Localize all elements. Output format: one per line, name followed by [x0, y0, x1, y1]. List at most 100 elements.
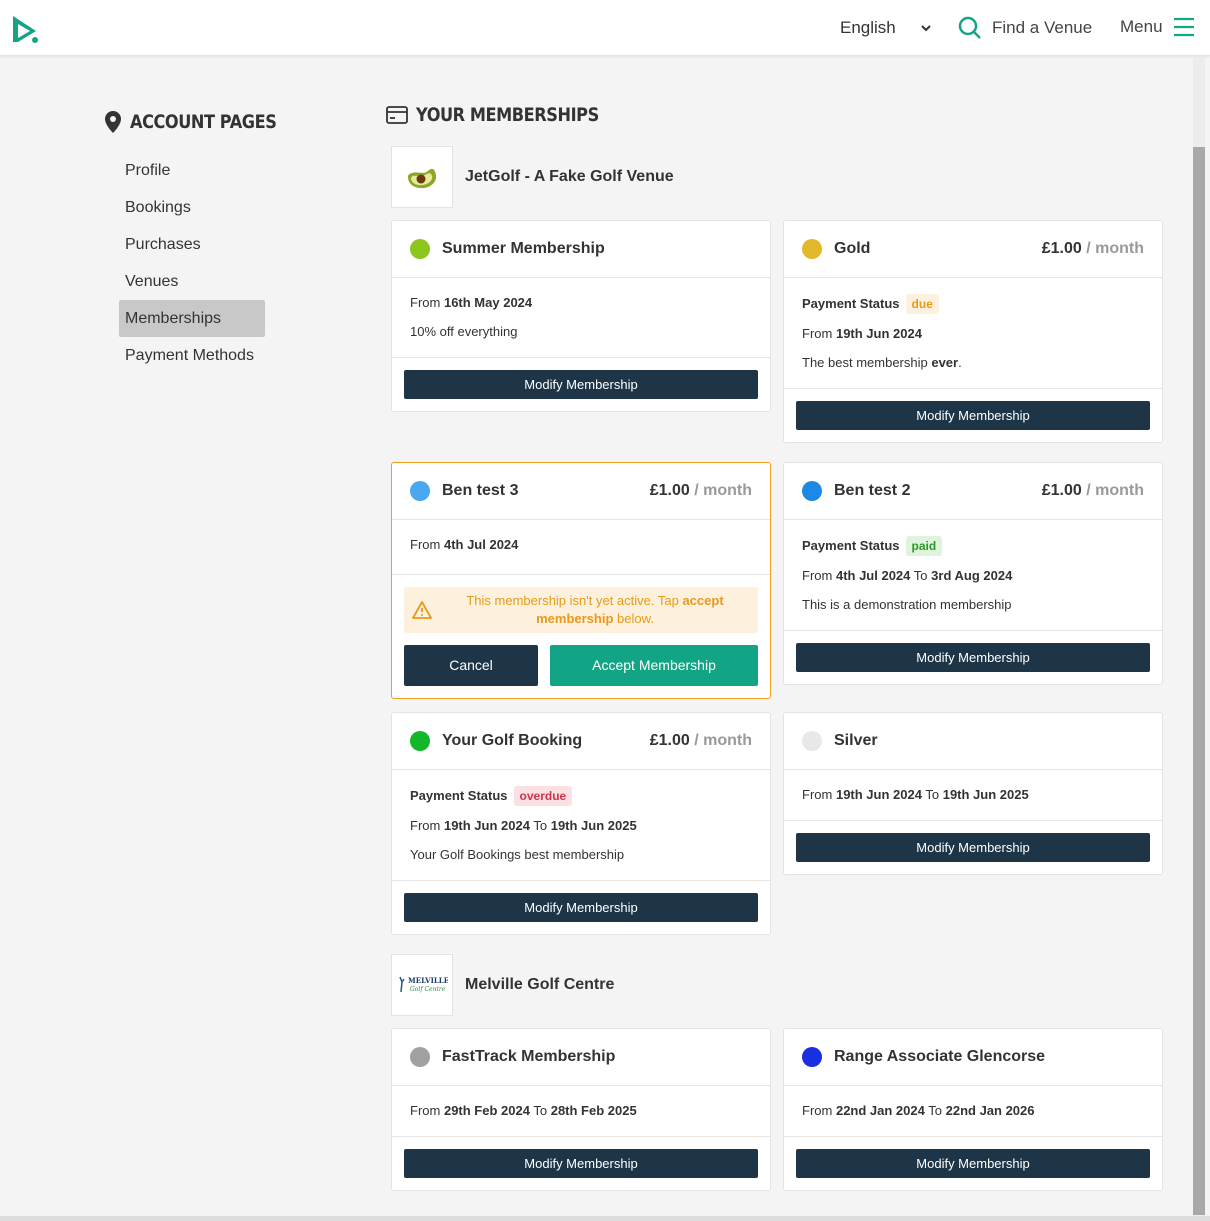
card-header: Silver — [784, 713, 1162, 770]
from-label: From — [802, 1103, 833, 1118]
card-footer: Modify Membership — [784, 631, 1162, 684]
page-title: YOUR MEMBERSHIPS — [386, 104, 631, 126]
membership-card-summer: Summer Membership From 16th May 2024 10%… — [391, 220, 771, 412]
from-date: 4th Jul 2024 — [443, 537, 519, 552]
description: Your Golf Bookings best membership — [410, 847, 625, 862]
modify-membership-button[interactable]: Modify Membership — [404, 893, 758, 922]
language-select[interactable]: English — [840, 18, 896, 38]
date-row: From 19th Jun 2024 To 19th Jun 2025 — [410, 817, 752, 835]
sidebar-title: ACCOUNT PAGES — [104, 110, 302, 134]
sidebar-item-payment-methods[interactable]: Payment Methods — [119, 337, 265, 374]
payment-status-label: Payment Status — [802, 296, 900, 311]
date-row: From 29th Feb 2024 To 28th Feb 2025 — [410, 1102, 752, 1120]
modify-membership-button[interactable]: Modify Membership — [796, 1149, 1150, 1178]
to-date: 28th Feb 2025 — [550, 1103, 637, 1118]
to-date: 3rd Aug 2024 — [931, 568, 1013, 583]
date-row: From 16th May 2024 — [410, 294, 752, 312]
card-header: Range Associate Glencorse — [784, 1029, 1162, 1086]
membership-card-range-associate: Range Associate Glencorse From 22nd Jan … — [783, 1028, 1163, 1191]
sidebar-item-memberships[interactable]: Memberships — [119, 300, 265, 337]
map-pin-icon — [105, 111, 121, 133]
price-amount: £1.00 — [649, 732, 690, 749]
modify-membership-button[interactable]: Modify Membership — [796, 401, 1150, 430]
warning-text-end: below. — [613, 611, 654, 626]
price-period: / month — [1086, 482, 1144, 499]
melville-logo-subtext: Golf Centre — [410, 986, 446, 993]
melville-logo-icon: MELVILLE Golf Centre — [399, 976, 448, 993]
venue-header: JetGolf - A Fake Golf Venue — [391, 146, 674, 208]
to-label: To — [928, 1103, 942, 1118]
accept-membership-button[interactable]: Accept Membership — [550, 645, 758, 686]
card-footer: Modify Membership — [784, 821, 1162, 874]
membership-card-your-golf-booking: Your Golf Booking £1.00 / month Payment … — [391, 712, 771, 935]
status-dot — [410, 1047, 430, 1067]
price-period: / month — [694, 732, 752, 749]
card-header: Gold £1.00 / month — [784, 221, 1162, 278]
date-row: From 22nd Jan 2024 To 22nd Jan 2026 — [802, 1102, 1144, 1120]
payment-status-label: Payment Status — [410, 788, 508, 803]
sidebar-item-profile[interactable]: Profile — [119, 152, 265, 189]
cancel-button[interactable]: Cancel — [404, 645, 538, 686]
sidebar-item-venues[interactable]: Venues — [119, 263, 265, 300]
modify-membership-button[interactable]: Modify Membership — [404, 370, 758, 399]
date-row: From 4th Jul 2024 To 3rd Aug 2024 — [802, 567, 1144, 585]
payment-status-row: Payment Status overdue — [410, 786, 752, 806]
card-footer: Modify Membership — [392, 881, 770, 934]
payment-status-label: Payment Status — [802, 538, 900, 553]
sidebar-title-label: ACCOUNT PAGES — [130, 111, 277, 133]
inactive-warning: This membership isn't yet active. Tap ac… — [404, 587, 758, 633]
hamburger-icon — [1173, 17, 1194, 37]
card-body: From 4th Jul 2024 — [392, 520, 770, 575]
modify-membership-button[interactable]: Modify Membership — [404, 1149, 758, 1178]
membership-name: Gold — [834, 240, 871, 257]
membership-name: Your Golf Booking — [442, 732, 583, 749]
status-dot — [802, 731, 822, 751]
to-label: To — [913, 568, 928, 583]
to-label: To — [533, 1103, 548, 1118]
description-end: . — [958, 355, 962, 370]
price-period: / month — [694, 482, 752, 499]
from-label: From — [410, 818, 441, 833]
warning-text: This membership isn't yet active. Tap ac… — [432, 592, 758, 628]
find-venue-link[interactable]: Find a Venue — [958, 16, 1092, 40]
melville-logo-text: MELVILLE — [408, 976, 448, 985]
card-header: Summer Membership — [392, 221, 770, 278]
card-body: From 22nd Jan 2024 To 22nd Jan 2026 — [784, 1086, 1162, 1137]
payment-status-row: Payment Status due — [802, 294, 1144, 314]
membership-name: FastTrack Membership — [442, 1048, 616, 1065]
card-body: From 29th Feb 2024 To 28th Feb 2025 — [392, 1086, 770, 1137]
card-footer: Modify Membership — [392, 1137, 770, 1190]
modify-membership-button[interactable]: Modify Membership — [796, 833, 1150, 862]
venue-name: Melville Golf Centre — [465, 976, 615, 993]
price: £1.00 / month — [650, 732, 752, 750]
price: £1.00 / month — [1042, 482, 1144, 500]
search-icon — [958, 16, 981, 39]
top-navbar: English Find a Venue Menu — [0, 0, 1210, 56]
menu-label: Menu — [1120, 17, 1163, 36]
card-body: From 19th Jun 2024 To 19th Jun 2025 — [784, 770, 1162, 821]
app-logo-icon[interactable] — [10, 14, 40, 44]
description: This is a demonstration membership — [802, 597, 1012, 612]
avocado-logo-icon — [408, 168, 437, 189]
from-label: From — [802, 787, 833, 802]
sidebar-item-bookings[interactable]: Bookings — [119, 189, 265, 226]
page-title-label: YOUR MEMBERSHIPS — [416, 104, 599, 126]
scrollbar-thumb[interactable] — [1193, 147, 1205, 1215]
to-date: 22nd Jan 2026 — [945, 1103, 1035, 1118]
card-header: FastTrack Membership — [392, 1029, 770, 1086]
from-label: From — [802, 326, 833, 341]
card-body: From 16th May 2024 10% off everything — [392, 278, 770, 358]
chevron-down-icon[interactable] — [918, 18, 934, 38]
status-dot — [802, 1047, 822, 1067]
sidebar-item-purchases[interactable]: Purchases — [119, 226, 265, 263]
card-header: Your Golf Booking £1.00 / month — [392, 713, 770, 770]
to-label: To — [925, 787, 940, 802]
menu-button[interactable]: Menu — [1120, 16, 1195, 38]
credit-card-icon — [386, 106, 408, 124]
status-badge: paid — [905, 536, 943, 556]
warning-icon — [412, 601, 432, 619]
price-amount: £1.00 — [1041, 240, 1082, 257]
status-dot — [802, 481, 822, 501]
modify-membership-button[interactable]: Modify Membership — [796, 643, 1150, 672]
card-footer: Modify Membership — [784, 1137, 1162, 1190]
